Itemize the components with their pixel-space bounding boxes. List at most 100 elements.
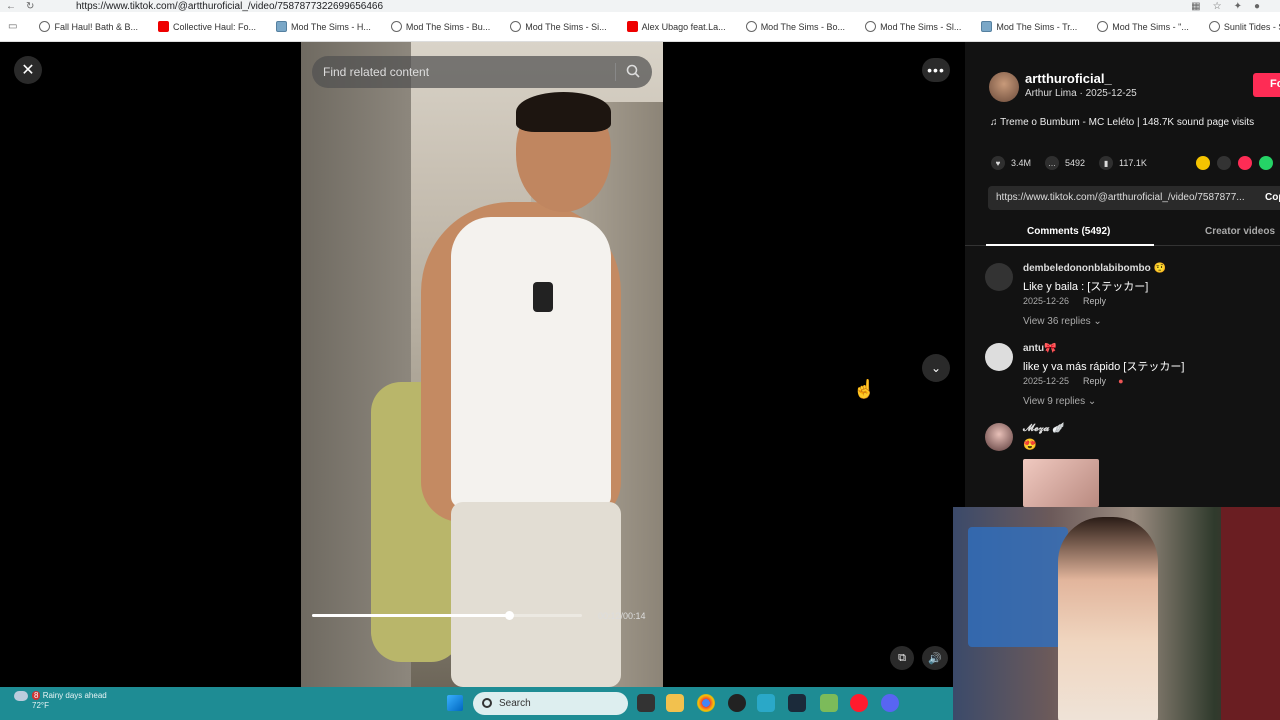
star-icon[interactable]: ☆ [1213,1,1222,12]
related-content-search[interactable]: Find related content [312,56,652,88]
comment-stat[interactable]: … 5492 [1045,156,1085,170]
next-video-button[interactable]: ⌄ [922,354,950,382]
save-stat[interactable]: ▮ 117.1K [1099,156,1147,170]
follow-button[interactable]: Fo [1253,73,1280,97]
bookmark-item[interactable]: Collective Haul: Fo... [150,21,264,32]
youtube-icon [626,21,638,32]
mic-icon[interactable] [728,694,746,712]
reply-button[interactable]: Reply [1083,376,1106,386]
globe-icon [1208,21,1220,32]
tab-creator-videos[interactable]: Creator videos [1205,226,1275,237]
bookmark-item[interactable]: Fall Haul! Bath & B... [31,21,146,32]
video-stage: ✕ ••• ⌄ Find related content 00:12/00:14… [0,42,965,687]
bookmark-item[interactable]: Sunlit Tides - Store... [1201,21,1280,32]
panel-tabs: Comments (5492) Creator videos [965,220,1280,246]
edge-icon[interactable] [757,694,775,712]
bookmark-item[interactable]: Mod The Sims - Sl... [857,21,969,32]
embed-icon[interactable] [1217,156,1231,170]
heart-icon: ♥ [991,156,1005,170]
opera-icon[interactable] [850,694,868,712]
bookmark-icon: ▮ [1099,156,1114,170]
repost-icon[interactable] [1196,156,1210,170]
whatsapp-icon[interactable] [1259,156,1273,170]
comment-image[interactable] [1023,459,1099,507]
bookmark-item[interactable]: Mod The Sims - Si... [502,21,614,32]
ellipsis-icon: ••• [927,62,945,78]
globe-icon [1097,21,1109,32]
weather-badge: 8 [32,691,41,701]
weather-widget[interactable]: 8 Rainy days ahead 72°F [14,691,107,710]
avatar[interactable] [985,423,1013,451]
chevron-down-icon: ⌄ [930,361,942,375]
obs-icon[interactable] [788,694,806,712]
tab-comments[interactable]: Comments (5492) [1027,226,1110,237]
sticker-icon: ● [1118,376,1124,386]
browser-nav: ← ↻ [0,1,58,12]
puzzle-icon[interactable]: ✦ [1234,1,1242,12]
creator-username[interactable]: artthuroficial_ [1025,71,1112,86]
extension-icon[interactable]: ▦ [1191,1,1200,12]
back-icon[interactable]: ← [6,1,16,12]
image-icon [276,21,288,32]
volume-button[interactable]: 🔊 [922,646,948,670]
globe-icon [745,21,757,32]
search-icon[interactable] [626,64,640,78]
creator-subline: Arthur Lima · 2025-12-25 [1025,88,1137,99]
close-button[interactable]: ✕ [14,56,42,84]
paint-icon[interactable] [820,694,838,712]
profile-icon[interactable]: ● [1254,1,1260,12]
reload-icon[interactable]: ↻ [26,1,34,12]
url-field[interactable]: https://www.tiktok.com/@artthuroficial_/… [58,1,1191,12]
bookmarks-bar: ▭ Fall Haul! Bath & B... Collective Haul… [0,12,1280,42]
weather-icon [14,691,28,701]
webcam-overlay [953,507,1280,720]
share-link-field[interactable]: https://www.tiktok.com/@artthuroficial_/… [988,186,1280,210]
speaker-icon: 🔊 [928,652,942,665]
globe-icon [390,21,402,32]
avatar[interactable] [985,343,1013,371]
task-view-icon[interactable] [637,694,655,712]
globe-icon [39,21,51,32]
youtube-icon [158,21,169,32]
picture-in-picture-button[interactable]: ⧉ [890,646,914,670]
globe-icon [510,21,522,32]
pip-icon: ⧉ [898,651,906,664]
playback-time: 00:12/00:14 [598,611,646,621]
details-panel: artthuroficial_ Arthur Lima · 2025-12-25… [965,42,1280,507]
reply-button[interactable]: Reply [1083,296,1106,306]
view-replies-button[interactable]: View 9 replies ⌄ [1023,396,1096,407]
video-player[interactable] [301,42,663,687]
bookmark-item[interactable]: Mod The Sims - Tr... [973,21,1085,32]
progress-bar[interactable] [312,611,582,620]
taskbar-search[interactable]: Search [473,692,628,715]
globe-icon [865,21,877,32]
close-icon: ✕ [21,62,35,79]
image-icon [981,21,993,32]
send-icon[interactable] [1238,156,1252,170]
comment-icon: … [1045,156,1060,170]
copy-link-button[interactable]: Cop [1265,192,1280,203]
bookmark-item[interactable]: Mod The Sims - H... [268,21,379,32]
mouse-cursor-icon: ☝ [853,379,876,399]
discord-icon[interactable] [881,694,899,712]
view-replies-button[interactable]: View 36 replies ⌄ [1023,316,1102,327]
search-input[interactable]: Find related content [323,65,429,79]
music-link[interactable]: ♫ Treme o Bumbum - MC Leléto | 148.7K so… [990,117,1254,128]
more-options-button[interactable]: ••• [922,58,950,82]
apps-icon[interactable]: ▭ [8,21,17,32]
avatar[interactable] [989,72,1019,102]
file-explorer-icon[interactable] [666,694,684,712]
avatar[interactable] [985,263,1013,291]
bookmark-item[interactable]: Mod The Sims - Bo... [738,21,853,32]
bookmark-item[interactable]: Mod The Sims - "... [1089,21,1197,32]
music-note-icon: ♫ [990,117,1001,128]
share-row [1196,156,1273,170]
windows-start-icon[interactable] [447,695,463,711]
stats-row: ♥ 3.4M … 5492 ▮ 117.1K [991,156,1147,170]
bookmark-item[interactable]: Mod The Sims - Bu... [383,21,498,32]
like-stat[interactable]: ♥ 3.4M [991,156,1031,170]
search-icon [482,698,492,708]
bookmark-item[interactable]: Alex Ubago feat.La... [619,21,734,32]
browser-toolbar-icons: ▦ ☆ ✦ ● [1191,1,1280,12]
chrome-icon[interactable] [697,694,715,712]
